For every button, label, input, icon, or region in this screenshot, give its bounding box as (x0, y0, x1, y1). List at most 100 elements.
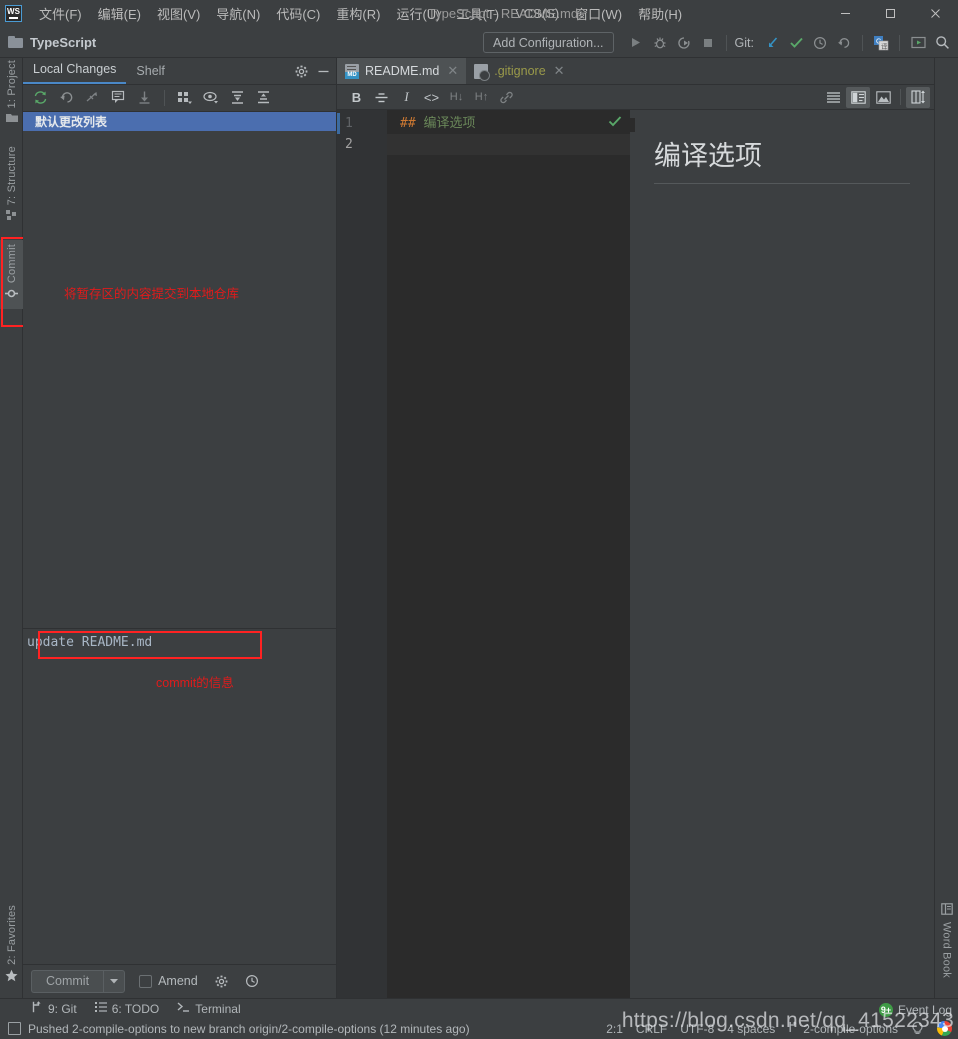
menu-item-refactor[interactable]: 重构(R) (328, 0, 388, 27)
menu-item-file[interactable]: 文件(F) (31, 0, 90, 27)
event-log-label: Event Log (897, 1003, 952, 1017)
search-icon[interactable] (930, 31, 954, 55)
tab-shelf[interactable]: Shelf (126, 60, 175, 84)
code-text-area[interactable]: ## 编译选项 (387, 110, 630, 998)
markdown-source-editor[interactable]: 1 2 ## 编译选项 (337, 110, 630, 998)
editor-tab-readme[interactable]: MD README.md ✕ (337, 58, 467, 84)
menu-item-code[interactable]: 代码(C) (268, 0, 328, 27)
view-preview-only-button[interactable] (871, 87, 895, 108)
file-encoding[interactable]: UTF-8 (680, 1022, 714, 1036)
notifications-icon[interactable] (8, 1022, 21, 1035)
sidebar-item-word-book[interactable]: Word Book (935, 903, 958, 978)
menu-item-view[interactable]: 视图(V) (149, 0, 208, 27)
sidebar-item-commit[interactable]: Commit (0, 240, 23, 310)
commit-settings-icon[interactable] (210, 969, 234, 993)
diff-icon[interactable] (106, 87, 130, 109)
left-tool-strip: 1: Project 7: Structure Commit 2: Favori… (0, 58, 23, 998)
screen-recorder-icon[interactable] (906, 31, 930, 55)
commit-history-icon[interactable] (240, 969, 264, 993)
line-separator[interactable]: CRLF (636, 1022, 667, 1036)
heading-marker: ## (400, 116, 416, 131)
bottom-item-terminal[interactable]: Terminal (168, 1001, 249, 1016)
get-from-vcs-icon[interactable] (132, 87, 156, 109)
caret-position[interactable]: 2:1 (606, 1022, 623, 1036)
menu-item-edit[interactable]: 编辑(E) (90, 0, 149, 27)
changelist-label: 默认更改列表 (35, 114, 108, 129)
menu-item-navigate[interactable]: 导航(N) (208, 0, 268, 27)
bold-button[interactable]: B (345, 87, 368, 108)
git-branch-name: 2-compile-options (803, 1021, 898, 1036)
maximize-button[interactable] (868, 0, 913, 27)
sidebar-item-project[interactable]: 1: Project (0, 60, 23, 126)
link-icon[interactable] (495, 87, 518, 108)
translate-icon[interactable]: G 译 (869, 31, 893, 55)
preview-scroll-marker (630, 118, 635, 132)
amend-checkbox[interactable] (139, 974, 153, 988)
header-decrease-button[interactable]: H↓ (445, 87, 468, 108)
markdown-file-icon: MD (345, 63, 359, 79)
bottom-item-terminal-label: Terminal (195, 1001, 241, 1016)
menu-item-vcs[interactable]: VCS(S) (507, 2, 567, 25)
changes-tree[interactable]: 将暂存区的内容提交到本地仓库 (23, 131, 336, 629)
header-increase-button[interactable]: H↑ (470, 87, 493, 108)
collapse-all-icon[interactable] (251, 87, 275, 109)
amend-checkbox-row[interactable]: Amend (139, 974, 198, 988)
menu-item-run[interactable]: 运行(U) (388, 0, 448, 27)
event-log-widget[interactable]: 9+ Event Log (878, 1003, 952, 1017)
italic-button[interactable]: I (395, 87, 418, 108)
bottom-item-git[interactable]: 9: Git (22, 1001, 86, 1016)
commit-message-input[interactable]: update README.md (23, 629, 337, 669)
add-configuration-button[interactable]: Add Configuration... (483, 32, 614, 53)
editor-tab-gitignore-label: .gitignore (494, 64, 546, 78)
commit-dropdown-button[interactable] (103, 969, 126, 993)
run-icon[interactable] (624, 31, 648, 55)
rollback-icon[interactable] (832, 31, 856, 55)
close-icon[interactable]: ✕ (447, 63, 458, 79)
expand-all-icon[interactable] (225, 87, 249, 109)
preview-diff-icon[interactable] (199, 87, 223, 109)
commit-button[interactable]: Commit (31, 969, 104, 993)
update-project-icon[interactable] (760, 31, 784, 55)
breadcrumb[interactable]: TypeScript (8, 35, 96, 50)
menu-item-help[interactable]: 帮助(H) (630, 0, 690, 27)
indent-setting[interactable]: 4 spaces (727, 1022, 775, 1036)
menu-item-window[interactable]: 窗口(W) (567, 0, 630, 27)
close-icon[interactable]: ✕ (554, 63, 565, 79)
view-split-button[interactable] (846, 86, 870, 108)
tab-local-changes[interactable]: Local Changes (23, 58, 127, 84)
refresh-icon[interactable] (28, 87, 52, 109)
git-branch-widget[interactable]: 2-compile-options (788, 1021, 898, 1036)
sync-scroll-button[interactable] (906, 86, 930, 108)
commit-check-icon[interactable] (784, 31, 808, 55)
chrome-icon[interactable] (937, 1021, 952, 1036)
annotation-commit-description: 将暂存区的内容提交到本地仓库 (64, 287, 240, 302)
minimize-button[interactable] (823, 0, 868, 27)
editor-tab-gitignore[interactable]: .gitignore ✕ (466, 58, 572, 84)
debug-icon[interactable] (648, 31, 672, 55)
bottom-item-todo[interactable]: 6: TODO (86, 1001, 169, 1016)
close-button[interactable] (913, 0, 958, 27)
rollback-icon[interactable] (54, 87, 78, 109)
sidebar-item-favorites[interactable]: 2: Favorites (0, 905, 23, 985)
status-right-group: 2:1 CRLF UTF-8 4 spaces 2-compile-option… (606, 1020, 952, 1037)
inspection-status-icon[interactable] (608, 114, 622, 132)
menu-item-tools[interactable]: 工具(T) (448, 0, 507, 27)
editor-area: MD README.md ✕ .gitignore ✕ B I <> H↓ H↑… (337, 58, 934, 998)
view-editor-only-button[interactable] (821, 87, 845, 108)
sidebar-item-word-book-label: Word Book (940, 922, 953, 979)
strikethrough-button[interactable] (370, 87, 393, 108)
line-number: 1 (345, 116, 353, 131)
markdown-preview[interactable]: 编译选项 (630, 110, 934, 998)
inspection-widget-icon[interactable] (911, 1020, 924, 1037)
history-icon[interactable] (808, 31, 832, 55)
changelist-row[interactable]: 默认更改列表 (23, 111, 336, 132)
status-message-group[interactable]: Pushed 2-compile-options to new branch o… (0, 1022, 470, 1036)
gear-icon[interactable] (292, 62, 310, 80)
run-with-coverage-icon[interactable] (672, 31, 696, 55)
hide-panel-icon[interactable] (314, 62, 332, 80)
code-button[interactable]: <> (420, 87, 443, 108)
shelve-icon[interactable] (80, 87, 104, 109)
stop-icon[interactable] (696, 31, 720, 55)
group-by-icon[interactable] (173, 87, 197, 109)
sidebar-item-structure[interactable]: 7: Structure (0, 146, 23, 223)
